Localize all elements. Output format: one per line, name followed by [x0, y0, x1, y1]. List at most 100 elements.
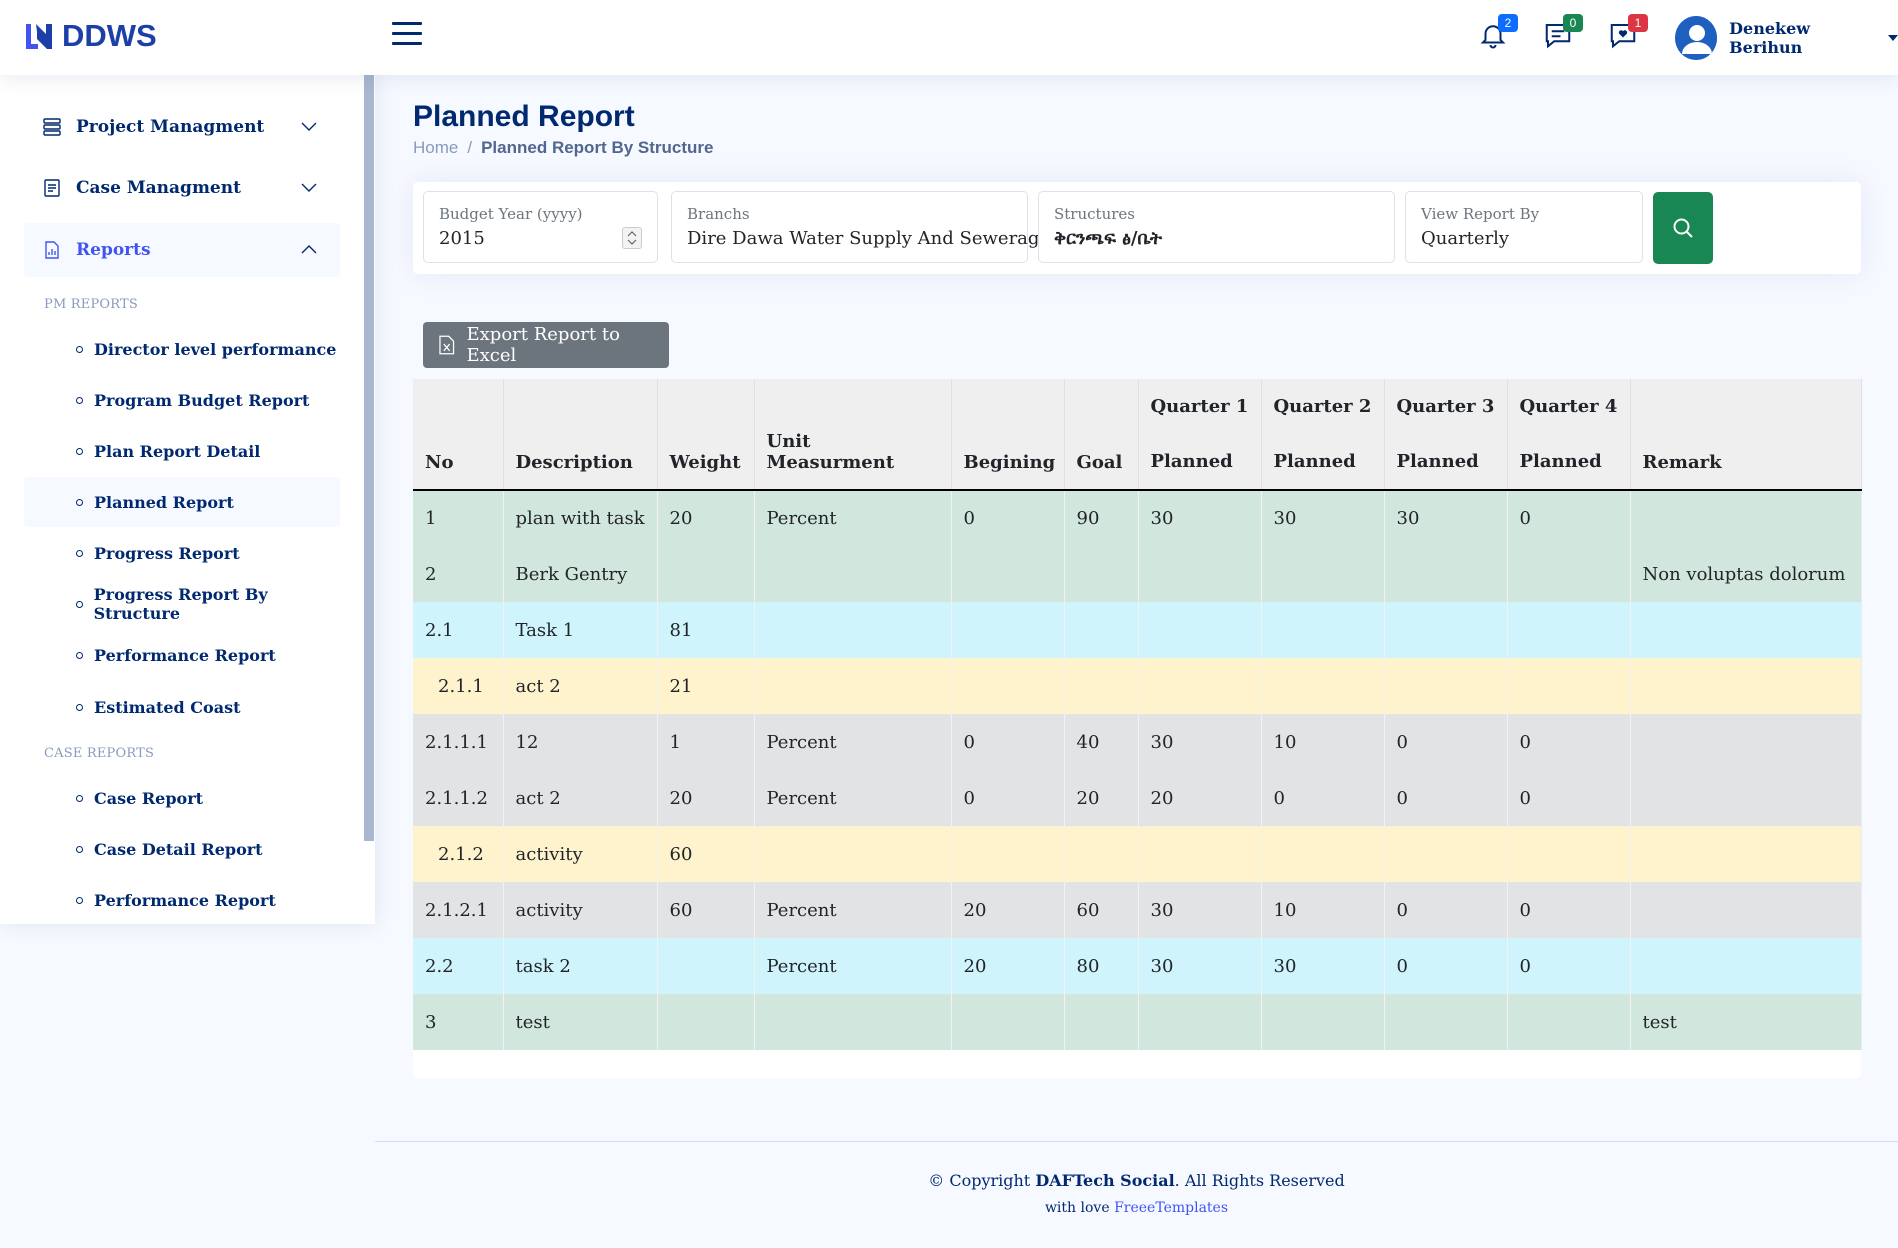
sidebar-item-label: Project Managment: [76, 117, 265, 137]
credits-link[interactable]: FreeeTemplates: [1114, 1200, 1228, 1216]
chat-button[interactable]: 1: [1608, 14, 1648, 54]
table-cell-no: 2: [413, 546, 504, 602]
column-header-unit: Unit Measurment: [754, 379, 952, 491]
table-cell-q1: [1138, 602, 1262, 658]
page-title: Planned Report: [413, 100, 635, 133]
circle-icon: [76, 896, 83, 904]
notifications-button[interactable]: 2: [1478, 14, 1518, 54]
circle-icon: [76, 651, 83, 659]
table-cell-q3: 0: [1384, 882, 1508, 938]
branch-select[interactable]: Branchs Dire Dawa Water Supply And Sewer…: [671, 191, 1050, 263]
sidebar-item-case-managment[interactable]: Case Managment: [24, 161, 340, 215]
sidebar-item-label: Program Budget Report: [94, 390, 310, 410]
export-label: Export Report to Excel: [466, 324, 620, 366]
sidebar-item-case-detail-report[interactable]: Case Detail Report: [24, 824, 340, 874]
budget-year-label: Budget Year (yyyy): [439, 205, 583, 223]
messages-button[interactable]: 0: [1543, 14, 1583, 54]
table-cell-goal: 90: [1064, 490, 1139, 546]
table-cell-q4: [1507, 994, 1631, 1050]
table-cell-begining: [951, 602, 1065, 658]
search-icon: [1673, 218, 1693, 238]
export-excel-button[interactable]: Export Report to Excel: [423, 322, 669, 368]
sidebar-item-case-report[interactable]: Case Report: [24, 773, 340, 823]
table-cell-description: activity: [503, 882, 658, 938]
column-header-weight: Weight: [657, 379, 755, 491]
table-cell-q2: [1261, 546, 1385, 602]
search-button[interactable]: [1653, 192, 1713, 264]
circle-icon: [76, 549, 83, 557]
table-cell-no: 2.1.2.1: [413, 882, 504, 938]
view-report-by-select[interactable]: View Report By Quarterly: [1405, 191, 1643, 263]
pm-reports-heading: PM REPORTS: [44, 297, 139, 312]
table-row: 2.1.1.2 act 2 20 Percent 0 20 20 0 0 0: [413, 770, 1862, 826]
messages-badge: 0: [1563, 14, 1583, 32]
table-cell-begining: [951, 826, 1065, 882]
table-row: 1 plan with task 20 Percent 0 90 30 30 30 0: [413, 490, 1862, 546]
sidebar-item-progress-report[interactable]: Progress Report: [24, 528, 340, 578]
table-cell-begining: [951, 994, 1065, 1050]
breadcrumb-home-link[interactable]: Home: [413, 138, 458, 158]
report-icon: [45, 241, 59, 259]
table-row: 2 Berk Gentry Non voluptas dolorum: [413, 546, 1862, 602]
breadcrumb-separator: /: [467, 138, 473, 157]
caret-down-icon: [1888, 35, 1898, 41]
sidebar-scrollbar[interactable]: [364, 75, 374, 841]
sidebar-item-estimated-coast[interactable]: Estimated Coast: [24, 682, 340, 732]
table-cell-q1: 20: [1138, 770, 1262, 826]
budget-year-field[interactable]: Budget Year (yyyy) 2015: [423, 191, 658, 263]
table-cell-unit: [754, 994, 952, 1050]
table-cell-goal: 80: [1064, 938, 1139, 994]
table-cell-remark: [1630, 602, 1862, 658]
hamburger-line: [392, 32, 422, 35]
table-cell-description: Berk Gentry: [503, 546, 658, 602]
table-cell-unit: Percent: [754, 714, 952, 770]
sidebar-toggle-button[interactable]: [392, 22, 422, 52]
brand-logo[interactable]: DDWS: [24, 18, 157, 54]
table-row: 2.1.2 activity 60: [413, 826, 1862, 882]
sidebar-item-director-level-performance[interactable]: Director level performance: [24, 324, 340, 374]
table-cell-q1: 30: [1138, 938, 1262, 994]
number-stepper[interactable]: [622, 227, 642, 249]
planned-report-table: No Description Weight Unit Measurment Be…: [413, 379, 1862, 1050]
table-cell-remark: [1630, 658, 1862, 714]
notifications-badge: 2: [1498, 14, 1518, 32]
column-header-quarter-1: Quarter 1: [1138, 379, 1262, 434]
view-report-by-label: View Report By: [1421, 205, 1540, 223]
structure-select[interactable]: Structures ቅርንጫፍ ፅ/ቤት: [1038, 191, 1395, 263]
sidebar-item-label: Performance Report: [94, 890, 276, 910]
branch-label: Branchs: [687, 205, 750, 223]
table-cell-q1: [1138, 826, 1262, 882]
table-cell-q1: 30: [1138, 714, 1262, 770]
table-cell-q1: 30: [1138, 882, 1262, 938]
breadcrumb-current: Planned Report By Structure: [481, 138, 714, 157]
sidebar-item-planned-report[interactable]: Planned Report: [24, 477, 340, 527]
table-cell-goal: 40: [1064, 714, 1139, 770]
table-cell-description: 12: [503, 714, 658, 770]
hamburger-line: [392, 42, 422, 45]
sidebar-item-program-budget-report[interactable]: Program Budget Report: [24, 375, 340, 425]
sidebar-item-plan-report-detail[interactable]: Plan Report Detail: [24, 426, 340, 476]
table-cell-description: task 2: [503, 938, 658, 994]
table-cell-q3: [1384, 994, 1508, 1050]
table-cell-description: test: [503, 994, 658, 1050]
table-cell-remark: [1630, 714, 1862, 770]
table-cell-begining: 0: [951, 770, 1065, 826]
table-cell-remark: [1630, 490, 1862, 546]
case-reports-heading: CASE REPORTS: [44, 746, 155, 761]
sidebar-item-reports[interactable]: Reports: [24, 223, 340, 277]
sidebar-item-case-performance-report[interactable]: Performance Report: [24, 875, 340, 925]
profile-menu[interactable]: Denekew Berihun: [1675, 16, 1898, 60]
table-row: 2.1.1.1 12 1 Percent 0 40 30 10 0 0: [413, 714, 1862, 770]
sidebar-item-performance-report[interactable]: Performance Report: [24, 630, 340, 680]
table-row: 2.2 task 2 Percent 20 80 30 30 0 0: [413, 938, 1862, 994]
table-row: 2.1.1 act 2 21: [413, 658, 1862, 714]
circle-icon: [76, 345, 83, 353]
sidebar-item-project-managment[interactable]: Project Managment: [24, 100, 340, 154]
company-name: DAFTech Social: [1035, 1171, 1175, 1190]
circle-icon: [76, 600, 83, 608]
table-cell-q4: [1507, 602, 1631, 658]
table-cell-q3: 0: [1384, 938, 1508, 994]
table-cell-q4: 0: [1507, 770, 1631, 826]
table-cell-q3: [1384, 826, 1508, 882]
sidebar-item-progress-report-by-structure[interactable]: Progress Report By Structure: [24, 579, 340, 629]
